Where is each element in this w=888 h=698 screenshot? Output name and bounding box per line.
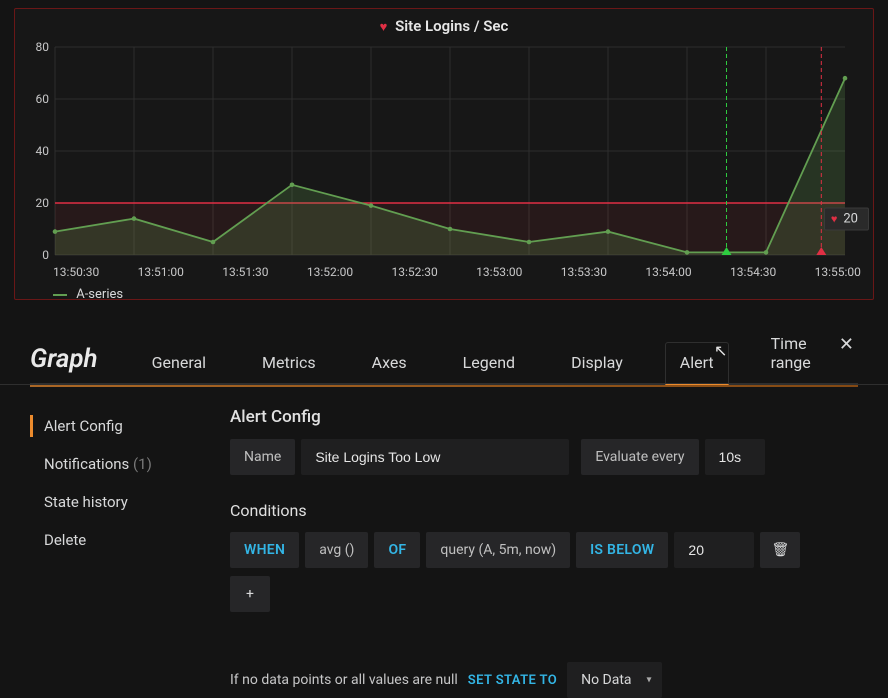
svg-text:60: 60 (36, 92, 50, 106)
x-tick-label: 13:53:00 (476, 265, 522, 279)
section-heading-alert-config: Alert Config (230, 407, 858, 427)
tab-metrics[interactable]: Metrics (248, 343, 330, 384)
notifications-count: (1) (133, 455, 152, 473)
broken-heart-icon: ♥ (831, 213, 838, 226)
tab-display[interactable]: Display (557, 343, 637, 384)
line-chart-svg: 0 20 40 60 80 (25, 41, 855, 261)
cond-aggregation[interactable]: avg () (305, 532, 368, 568)
alert-name-row: Name Evaluate every (230, 439, 858, 475)
editor-tab-bar: Graph General Metrics Axes Legend Displa… (0, 300, 888, 385)
add-condition-button[interactable]: + (230, 576, 270, 612)
name-label: Name (230, 439, 295, 475)
sidebar-item-label: State history (44, 493, 128, 511)
chart-title-text: Site Logins / Sec (395, 17, 508, 35)
threshold-value: 20 (843, 212, 858, 227)
conditions-heading: Conditions (230, 501, 858, 520)
no-data-text: If no data points or all values are null (230, 672, 458, 688)
alert-side-nav: Alert Config Notifications (1) State his… (30, 407, 200, 698)
cond-query[interactable]: query (A, 5m, now) (426, 532, 570, 568)
alert-editor: Alert Config Notifications (1) State his… (0, 387, 888, 698)
no-data-state-value: No Data (581, 672, 631, 688)
x-tick-label: 13:52:00 (307, 265, 353, 279)
broken-heart-icon: ♥ (380, 19, 388, 35)
x-tick-label: 13:50:30 (53, 265, 99, 279)
tab-legend[interactable]: Legend (449, 343, 529, 384)
sidebar-item-label: Notifications (44, 455, 129, 473)
x-tick-label: 13:51:00 (138, 265, 184, 279)
cond-value-input[interactable] (674, 532, 754, 568)
cond-of-keyword[interactable]: OF (374, 532, 420, 568)
tab-alert[interactable]: Alert (665, 342, 729, 385)
tabs-container: General Metrics Axes Legend Display Aler… (138, 324, 858, 384)
sidebar-item-alert-config[interactable]: Alert Config (30, 407, 200, 445)
no-data-state-select[interactable]: No Data (567, 662, 661, 698)
svg-text:20: 20 (36, 196, 50, 210)
sidebar-item-label: Alert Config (44, 417, 123, 435)
plus-icon: + (246, 586, 254, 602)
legend-swatch (53, 294, 67, 296)
trash-icon: 🗑 (772, 542, 790, 558)
close-icon[interactable]: ✕ (839, 334, 854, 355)
tab-axes[interactable]: Axes (358, 343, 421, 384)
set-state-to-label: SET STATE TO (468, 673, 557, 688)
sidebar-item-state-history[interactable]: State history (30, 483, 200, 521)
alert-name-input[interactable] (301, 439, 569, 475)
panel-type-title: Graph (30, 344, 98, 384)
cond-when-keyword[interactable]: WHEN (230, 532, 299, 568)
evaluate-every-label: Evaluate every (581, 439, 698, 475)
sidebar-item-label: Delete (44, 531, 86, 549)
sidebar-item-notifications[interactable]: Notifications (1) (30, 445, 200, 483)
chart-panel: ♥ Site Logins / Sec 0 20 40 60 80 ♥ 20 13:50… (14, 8, 874, 300)
alert-config-body: Alert Config Name Evaluate every Conditi… (230, 407, 858, 698)
svg-text:0: 0 (42, 248, 49, 261)
svg-text:80: 80 (36, 41, 50, 54)
plot-area[interactable]: 0 20 40 60 80 ♥ 20 (25, 41, 863, 261)
cond-delete-button[interactable]: 🗑 (760, 532, 800, 568)
sidebar-item-delete[interactable]: Delete (30, 521, 200, 559)
x-tick-label: 13:54:30 (730, 265, 776, 279)
threshold-badge[interactable]: ♥ 20 (824, 208, 869, 231)
no-data-row: If no data points or all values are null… (230, 662, 858, 698)
svg-text:40: 40 (36, 144, 50, 158)
x-tick-label: 13:54:00 (645, 265, 691, 279)
chart-title: ♥ Site Logins / Sec (25, 15, 863, 41)
cond-operator[interactable]: IS BELOW (576, 532, 668, 568)
condition-row: WHEN avg () OF query (A, 5m, now) IS BEL… (230, 532, 858, 568)
x-axis-labels: 13:50:30 13:51:00 13:51:30 13:52:00 13:52:30… (25, 265, 863, 279)
tab-underline (30, 385, 858, 387)
evaluate-every-input[interactable] (705, 439, 765, 475)
x-tick-label: 13:55:00 (815, 265, 861, 279)
tab-general[interactable]: General (138, 343, 220, 384)
x-tick-label: 13:51:30 (222, 265, 268, 279)
add-condition-row: + (230, 576, 858, 612)
x-tick-label: 13:53:30 (561, 265, 607, 279)
x-tick-label: 13:52:30 (392, 265, 438, 279)
